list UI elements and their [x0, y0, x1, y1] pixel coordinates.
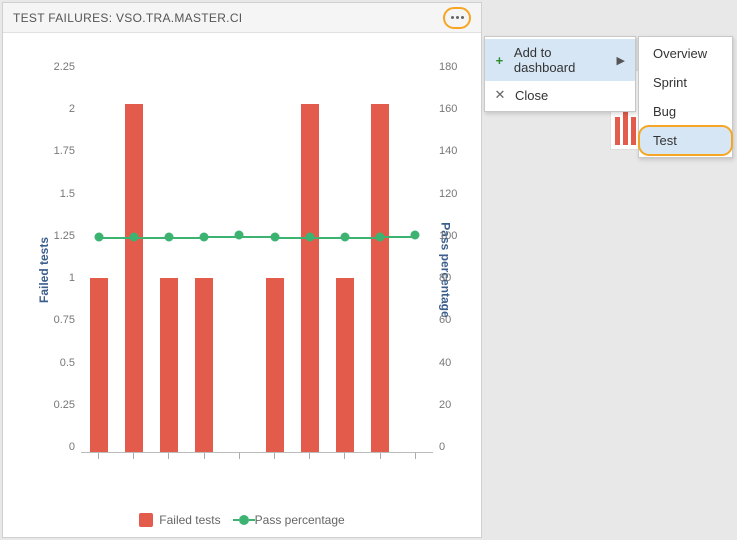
y-left-tick: 0.25 [45, 399, 75, 411]
legend-label: Pass percentage [255, 513, 345, 527]
y-right-tick: 80 [439, 272, 469, 284]
y-right-tick: 20 [439, 399, 469, 411]
legend-swatch-bar-icon [139, 513, 153, 527]
y-right-tick: 140 [439, 145, 469, 157]
legend-pass-percentage: Pass percentage [239, 513, 345, 527]
y-left-tick: 2.25 [45, 61, 75, 73]
chart-bar [301, 104, 319, 452]
y-right-tick: 100 [439, 230, 469, 242]
y-left-tick: 1.5 [45, 188, 75, 200]
y-right-tick: 60 [439, 314, 469, 326]
chart-plot [81, 61, 433, 453]
dashboard-submenu: Overview Sprint Bug Test [638, 36, 733, 158]
chart-area: Failed tests Pass percentage 2.25 2 1.75… [3, 33, 481, 493]
y-right-tick: 160 [439, 103, 469, 115]
submenu-sprint[interactable]: Sprint [639, 68, 732, 97]
y-axis-left-ticks: 2.25 2 1.75 1.5 1.25 1 0.75 0.5 0.25 0 [45, 61, 75, 453]
menu-item-label: Overview [653, 46, 707, 61]
menu-item-label: Add to dashboard [514, 45, 609, 75]
y-left-tick: 0.75 [45, 314, 75, 326]
submenu-overview[interactable]: Overview [639, 39, 732, 68]
y-left-tick: 0.5 [45, 357, 75, 369]
y-right-tick: 180 [439, 61, 469, 73]
y-right-tick: 40 [439, 357, 469, 369]
plus-icon: + [493, 53, 506, 68]
chart-context-menu: + Add to dashboard ▶ ✕ Close [484, 36, 636, 112]
menu-add-to-dashboard[interactable]: + Add to dashboard ▶ [485, 39, 635, 81]
submenu-test[interactable]: Test [639, 126, 732, 155]
y-right-tick: 0 [439, 441, 469, 453]
chart-bar [266, 278, 284, 452]
chevron-right-icon: ▶ [617, 54, 625, 67]
menu-close[interactable]: ✕ Close [485, 81, 635, 109]
chart-bar [195, 278, 213, 452]
legend-swatch-line-icon [239, 515, 249, 525]
more-actions-button[interactable] [443, 7, 471, 29]
y-left-tick: 0 [45, 441, 75, 453]
y-left-tick: 2 [45, 103, 75, 115]
menu-item-label: Sprint [653, 75, 687, 90]
y-left-tick: 1 [45, 272, 75, 284]
chart-bar [90, 278, 108, 452]
menu-item-label: Test [653, 133, 677, 148]
chart-legend: Failed tests Pass percentage [3, 513, 481, 527]
y-axis-right-ticks: 180 160 140 120 100 80 60 40 20 0 [439, 61, 469, 453]
y-right-tick: 120 [439, 188, 469, 200]
x-ticks [81, 453, 433, 459]
bar-series [81, 61, 433, 453]
menu-item-label: Bug [653, 104, 676, 119]
menu-item-label: Close [515, 88, 548, 103]
chart-bar [160, 278, 178, 452]
close-icon: ✕ [493, 87, 507, 103]
y-left-tick: 1.25 [45, 230, 75, 242]
legend-failed-tests: Failed tests [139, 513, 220, 527]
panel-title: TEST FAILURES: VSO.TRA.MASTER.CI [13, 11, 242, 25]
y-left-tick: 1.75 [45, 145, 75, 157]
legend-label: Failed tests [159, 513, 220, 527]
submenu-bug[interactable]: Bug [639, 97, 732, 126]
chart-bar [125, 104, 143, 452]
panel-header: TEST FAILURES: VSO.TRA.MASTER.CI [3, 3, 481, 33]
test-failures-panel: TEST FAILURES: VSO.TRA.MASTER.CI Failed … [2, 2, 482, 538]
chart-bar [336, 278, 354, 452]
chart-bar [371, 104, 389, 452]
